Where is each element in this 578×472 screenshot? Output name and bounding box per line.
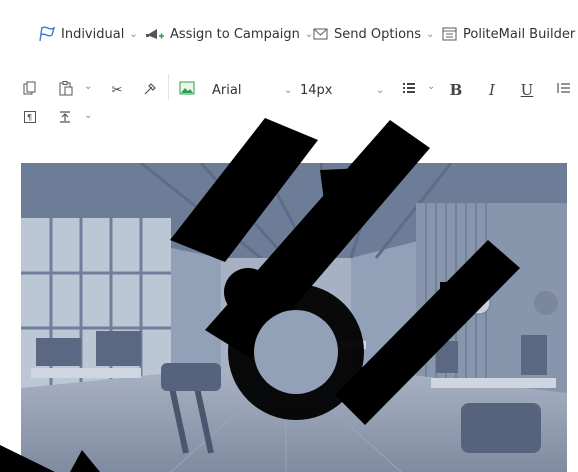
font-size-select[interactable]: 14px ⌄: [300, 79, 388, 101]
bold-button[interactable]: B: [448, 79, 464, 101]
list-icon: [402, 82, 416, 98]
cut-button[interactable]: ✂: [108, 79, 126, 101]
toolbar-separator: [168, 74, 169, 100]
chevron-down-icon: ⌄: [376, 84, 385, 96]
paste-icon: [59, 80, 73, 100]
font-size-value: 14px: [300, 82, 333, 98]
flag-icon: [38, 26, 56, 42]
builder-icon: [442, 27, 458, 41]
line-spacing-dropdown-chevron-icon[interactable]: ⌄: [84, 110, 92, 121]
assign-campaign-button[interactable]: Assign to Campaign ⌄: [145, 22, 313, 46]
italic-button[interactable]: I: [484, 79, 500, 101]
send-options-button[interactable]: Send Options ⌄: [313, 22, 434, 46]
format-painter-button[interactable]: [141, 79, 159, 101]
font-family-select[interactable]: Arial ⌄: [212, 79, 298, 101]
align-button[interactable]: [556, 79, 572, 101]
svg-text:¶: ¶: [27, 113, 32, 122]
list-button[interactable]: [400, 79, 418, 101]
envelope-icon: [313, 27, 329, 41]
chevron-down-icon: ⌄: [284, 84, 293, 96]
paste-button[interactable]: [56, 79, 76, 101]
copy-icon: [23, 81, 37, 99]
font-family-value: Arial: [212, 82, 242, 98]
politemail-builder-button[interactable]: PoliteMail Builder: [442, 22, 575, 46]
campaign-icon: [145, 26, 165, 42]
chevron-down-icon: ⌄: [129, 28, 138, 40]
ribbon: Individual ⌄ Assign to Campaign ⌄ Send O…: [0, 0, 578, 67]
individual-label: Individual: [61, 26, 125, 42]
align-icon: [557, 82, 571, 98]
image-icon: [179, 81, 195, 99]
line-spacing-button[interactable]: [56, 108, 74, 130]
list-dropdown-chevron-icon[interactable]: ⌄: [427, 81, 435, 92]
paragraph-button[interactable]: ¶: [22, 108, 38, 130]
line-spacing-icon: [58, 111, 72, 127]
office-photo: [21, 163, 567, 472]
cut-icon: ✂: [111, 82, 123, 98]
assign-campaign-label: Assign to Campaign: [170, 26, 300, 42]
insert-image-button[interactable]: [177, 79, 197, 101]
format-painter-icon: [143, 81, 158, 100]
copy-button[interactable]: [20, 79, 40, 101]
individual-button[interactable]: Individual ⌄: [38, 22, 138, 46]
send-options-label: Send Options: [334, 26, 422, 42]
underline-button[interactable]: U: [519, 79, 535, 101]
paste-dropdown-chevron-icon[interactable]: ⌄: [84, 81, 92, 92]
hero-image[interactable]: [21, 163, 567, 472]
paragraph-icon: ¶: [24, 111, 36, 127]
politemail-builder-label: PoliteMail Builder: [463, 26, 576, 42]
chevron-down-icon: ⌄: [426, 28, 435, 40]
